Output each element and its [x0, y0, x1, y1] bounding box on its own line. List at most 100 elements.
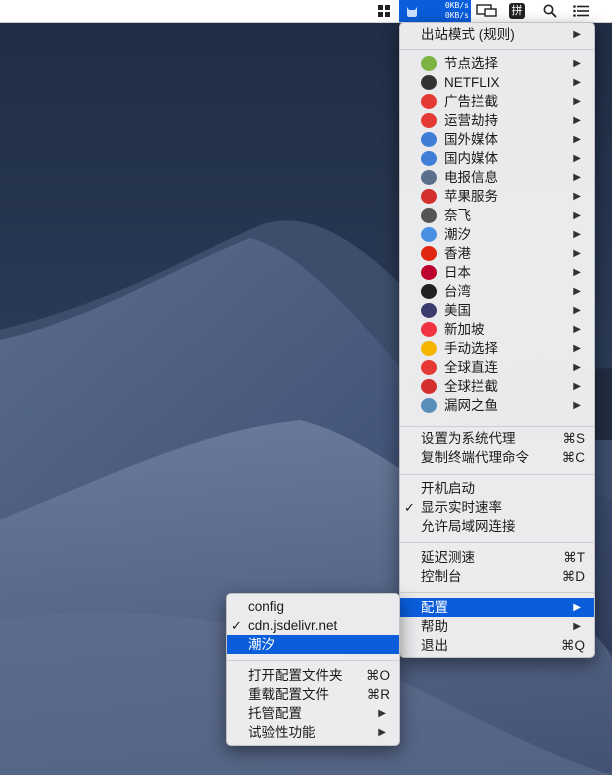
submenu-arrow-icon: ▶: [573, 267, 581, 278]
globe-icon: [421, 132, 437, 147]
clash-main-menu: 出站模式 (规则) ▶ 节点选择 ▶ NETFLIX ▶ 广告拦截 ▶ 运营劫持 ▶ 国外媒体 ▶…: [399, 22, 595, 658]
proxy-group-item[interactable]: 新加坡 ▶: [400, 320, 594, 339]
menu-item-copy-shell-command[interactable]: 复制终端代理命令 ⌘C: [400, 448, 594, 467]
proxy-group-item[interactable]: 电报信息 ▶: [400, 168, 594, 187]
proxy-group-label: 潮汐: [444, 227, 471, 242]
control-list-icon[interactable]: [571, 0, 591, 22]
launch-at-login-label: 开机启动: [421, 481, 475, 496]
submenu-arrow-icon: ▶: [573, 96, 581, 107]
menu-separator: [227, 660, 399, 661]
clash-status-item[interactable]: 0KB/s 0KB/s: [399, 0, 471, 22]
submenu-arrow-icon: ▶: [573, 153, 581, 164]
menu-item-launch-at-login[interactable]: 开机启动: [400, 479, 594, 498]
proxy-group-item[interactable]: 运营劫持 ▶: [400, 111, 594, 130]
proxy-group-label: 日本: [444, 265, 471, 280]
proxy-group-item[interactable]: 香港 ▶: [400, 244, 594, 263]
proxy-group-item[interactable]: 潮汐 ▶: [400, 225, 594, 244]
proxy-group-label: 苹果服务: [444, 189, 498, 204]
menu-item-latency-test[interactable]: 延迟测速 ⌘T: [400, 548, 594, 567]
menu-item-dashboard[interactable]: 控制台 ⌘D: [400, 567, 594, 586]
movie-camera-icon: [421, 75, 437, 90]
profile-label: 潮汐: [248, 637, 275, 652]
hk-flag-icon: [421, 246, 437, 261]
profile-item-chaoxi[interactable]: 潮汐: [227, 635, 399, 654]
proxy-group-item[interactable]: 日本 ▶: [400, 263, 594, 282]
copy-shell-command-label: 复制终端代理命令: [421, 450, 529, 465]
jp-flag-icon: [421, 265, 437, 280]
menu-item-managed-config[interactable]: 托管配置 ▶: [227, 704, 399, 723]
globe-asia-icon: [421, 151, 437, 166]
proxy-group-item[interactable]: 国外媒体 ▶: [400, 130, 594, 149]
proxy-group-item[interactable]: 国内媒体 ▶: [400, 149, 594, 168]
apple-icon: [421, 189, 437, 204]
submenu-arrow-icon: ▶: [573, 305, 581, 316]
menu-separator: [400, 426, 594, 427]
proxy-group-label: 国外媒体: [444, 132, 498, 147]
set-system-proxy-label: 设置为系统代理: [421, 431, 516, 446]
menu-separator: [400, 49, 594, 50]
copy-shell-command-shortcut: ⌘C: [561, 450, 585, 465]
input-method-icon[interactable]: 拼: [508, 0, 526, 22]
no-entry-icon: [421, 94, 437, 109]
menu-item-help[interactable]: 帮助 ▶: [400, 617, 594, 636]
stop-sign-icon: [421, 379, 437, 394]
proxy-group-item[interactable]: 全球直连 ▶: [400, 358, 594, 377]
experimental-label: 试验性功能: [248, 725, 316, 740]
outbound-mode-label: 出站模式 (规则): [421, 27, 515, 42]
fish-icon: [421, 398, 437, 413]
open-config-folder-label: 打开配置文件夹: [248, 668, 343, 683]
menu-item-set-system-proxy[interactable]: 设置为系统代理 ⌘S: [400, 429, 594, 448]
menu-item-experimental[interactable]: 试验性功能 ▶: [227, 723, 399, 742]
submenu-arrow-icon: ▶: [573, 324, 581, 335]
submenu-arrow-icon: ▶: [573, 115, 581, 126]
submenu-arrow-icon: ▶: [573, 29, 581, 40]
proxy-group-item[interactable]: 节点选择 ▶: [400, 54, 594, 73]
submenu-arrow-icon: ▶: [573, 343, 581, 354]
proxy-group-item[interactable]: 奈飞 ▶: [400, 206, 594, 225]
profile-item-cdn-jsdelivr[interactable]: ✓ cdn.jsdelivr.net: [227, 616, 399, 635]
menu-item-outbound-mode[interactable]: 出站模式 (规则) ▶: [400, 25, 594, 44]
sg-flag-icon: [421, 322, 437, 337]
proxy-group-label: 全球直连: [444, 360, 498, 375]
submenu-arrow-icon: ▶: [573, 229, 581, 240]
reload-config-shortcut: ⌘R: [366, 687, 390, 702]
proxy-group-label: 新加坡: [444, 322, 485, 337]
upload-speed: 0KB/s: [444, 1, 469, 10]
menu-item-config[interactable]: 配置 ▶: [400, 598, 594, 617]
submenu-arrow-icon: ▶: [573, 381, 581, 392]
menu-item-show-speed[interactable]: ✓ 显示实时速率: [400, 498, 594, 517]
proxy-group-item[interactable]: 苹果服务 ▶: [400, 187, 594, 206]
clash-cat-icon: [403, 0, 421, 22]
proxy-group-label: 香港: [444, 246, 471, 261]
proxy-group-item[interactable]: 手动选择 ▶: [400, 339, 594, 358]
menu-item-reload-config[interactable]: 重载配置文件 ⌘R: [227, 685, 399, 704]
download-speed: 0KB/s: [444, 11, 469, 20]
menu-item-allow-lan[interactable]: 允许局域网连接: [400, 517, 594, 536]
proxy-group-label: 国内媒体: [444, 151, 498, 166]
submenu-arrow-icon: ▶: [573, 210, 581, 221]
profile-label: cdn.jsdelivr.net: [248, 618, 338, 633]
show-speed-label: 显示实时速率: [421, 500, 502, 515]
proxy-group-item[interactable]: 广告拦截 ▶: [400, 92, 594, 111]
proxy-group-item[interactable]: 漏网之鱼 ▶: [400, 396, 594, 415]
profile-item-config[interactable]: config: [227, 597, 399, 616]
proxy-group-item[interactable]: 美国 ▶: [400, 301, 594, 320]
grid-app-icon[interactable]: [376, 0, 392, 22]
dashboard-label: 控制台: [421, 569, 462, 584]
proxy-group-label: NETFLIX: [444, 75, 500, 90]
submenu-arrow-icon: ▶: [573, 248, 581, 259]
quit-label: 退出: [421, 638, 448, 653]
ok-hand-icon: [421, 341, 437, 356]
display-mirror-icon[interactable]: [474, 0, 500, 22]
proxy-group-label: 全球拦截: [444, 379, 498, 394]
menu-item-quit[interactable]: 退出 ⌘Q: [400, 636, 594, 655]
submenu-arrow-icon: ▶: [573, 400, 581, 411]
menu-item-open-config-folder[interactable]: 打开配置文件夹 ⌘O: [227, 666, 399, 685]
spotlight-search-icon[interactable]: [541, 0, 559, 22]
proxy-group-item[interactable]: NETFLIX ▶: [400, 73, 594, 92]
proxy-group-label: 奈飞: [444, 208, 471, 223]
proxy-group-item[interactable]: 台湾 ▶: [400, 282, 594, 301]
managed-config-label: 托管配置: [248, 706, 302, 721]
config-label: 配置: [421, 600, 448, 615]
proxy-group-item[interactable]: 全球拦截 ▶: [400, 377, 594, 396]
